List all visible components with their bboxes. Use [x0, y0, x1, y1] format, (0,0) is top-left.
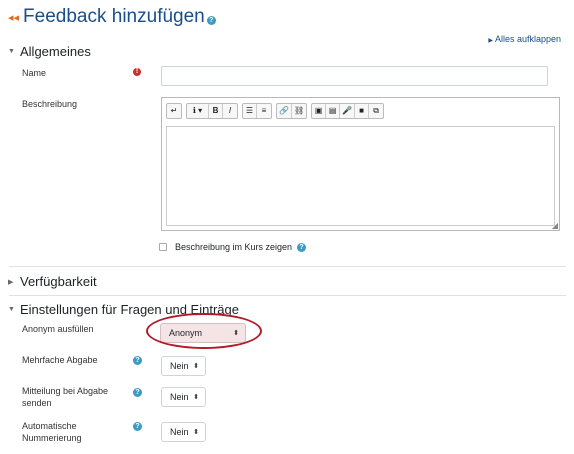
multiple-label: Mehrfache Abgabe	[22, 355, 98, 365]
copy-button[interactable]: ⧉	[369, 104, 383, 118]
toolbar-group: 🔗 ⛓	[276, 103, 308, 119]
divider	[9, 295, 566, 296]
notify-select-value: Nein	[170, 392, 189, 402]
page-title: ◂◂ Feedback hinzufügen ?	[8, 6, 216, 28]
multiple-select-value: Nein	[170, 361, 189, 371]
expand-all-link[interactable]: ▶ Alles aufklappen	[488, 34, 561, 44]
name-label: Name	[22, 68, 47, 78]
page-title-text: Feedback hinzufügen	[23, 6, 205, 27]
multiple-select[interactable]: Nein ⬍	[161, 356, 206, 376]
notify-label: Mitteilung bei Abgabe senden	[22, 386, 109, 408]
caret-right-icon: ▶	[488, 38, 493, 44]
toolbar-group: ↵	[166, 103, 182, 119]
show-description-row: Beschreibung im Kurs zeigen ?	[159, 242, 307, 252]
show-description-label: Beschreibung im Kurs zeigen	[175, 242, 293, 252]
autonumber-label: Automatische Nummerierung	[22, 421, 82, 443]
toolbar-group: ℹ ▾ B I	[186, 103, 238, 119]
required-icon: !	[133, 68, 141, 76]
divider	[9, 266, 566, 267]
section-general-label: Allgemeines	[20, 44, 91, 59]
chevron-right-icon: ▶	[8, 278, 14, 286]
image-button[interactable]: ▣	[312, 104, 327, 118]
resize-handle-icon[interactable]: ◢	[552, 221, 558, 230]
italic-button[interactable]: I	[223, 104, 237, 118]
show-description-checkbox[interactable]	[159, 243, 167, 251]
help-icon[interactable]: ?	[206, 15, 216, 25]
editor-text-area[interactable]	[166, 126, 555, 226]
help-icon[interactable]: ?	[133, 388, 142, 397]
chevron-down-icon: ▼	[8, 48, 15, 55]
section-availability-header[interactable]: ▶ Verfügbarkeit	[8, 274, 97, 289]
info-button[interactable]: ℹ ▾	[187, 104, 209, 118]
unlink-button[interactable]: ⛓	[292, 104, 306, 118]
unordered-list-button[interactable]: ☰	[243, 104, 257, 118]
help-icon[interactable]: ?	[133, 356, 142, 365]
select-arrows-icon: ⬍	[193, 363, 199, 370]
help-icon[interactable]: ?	[297, 242, 307, 252]
editor-toolbar: ↵ ℹ ▾ B I ☰ ≡ 🔗 ⛓ ▣ ▤ 🎤 ■ ⧉	[166, 103, 385, 119]
megaphone-icon: ◂◂	[8, 11, 20, 24]
ordered-list-button[interactable]: ≡	[257, 104, 271, 118]
section-availability-label: Verfügbarkeit	[20, 274, 97, 289]
highlight-ring	[146, 313, 262, 349]
return-button[interactable]: ↵	[167, 104, 181, 118]
link-button[interactable]: 🔗	[277, 104, 292, 118]
select-arrows-icon: ⬍	[193, 429, 199, 436]
expand-all-label: Alles aufklappen	[494, 34, 561, 44]
help-icon[interactable]: ?	[133, 422, 142, 431]
autonumber-select[interactable]: Nein ⬍	[161, 422, 206, 442]
description-label: Beschreibung	[22, 99, 78, 109]
bold-button[interactable]: B	[209, 104, 223, 118]
media-button[interactable]: ▤	[326, 104, 341, 118]
microphone-button[interactable]: 🎤	[340, 104, 356, 118]
chevron-down-icon: ▼	[8, 306, 15, 313]
anonymous-label: Anonym ausfüllen	[22, 324, 94, 334]
toolbar-group: ▣ ▤ 🎤 ■ ⧉	[311, 103, 385, 119]
section-general-header[interactable]: ▼ Allgemeines	[8, 44, 91, 59]
toolbar-group: ☰ ≡	[242, 103, 272, 119]
description-editor[interactable]: ↵ ℹ ▾ B I ☰ ≡ 🔗 ⛓ ▣ ▤ 🎤 ■ ⧉ ◢	[161, 97, 560, 231]
select-arrows-icon: ⬍	[193, 394, 199, 401]
video-button[interactable]: ■	[355, 104, 370, 118]
name-input[interactable]	[161, 66, 548, 86]
autonumber-select-value: Nein	[170, 427, 189, 437]
notify-select[interactable]: Nein ⬍	[161, 387, 206, 407]
